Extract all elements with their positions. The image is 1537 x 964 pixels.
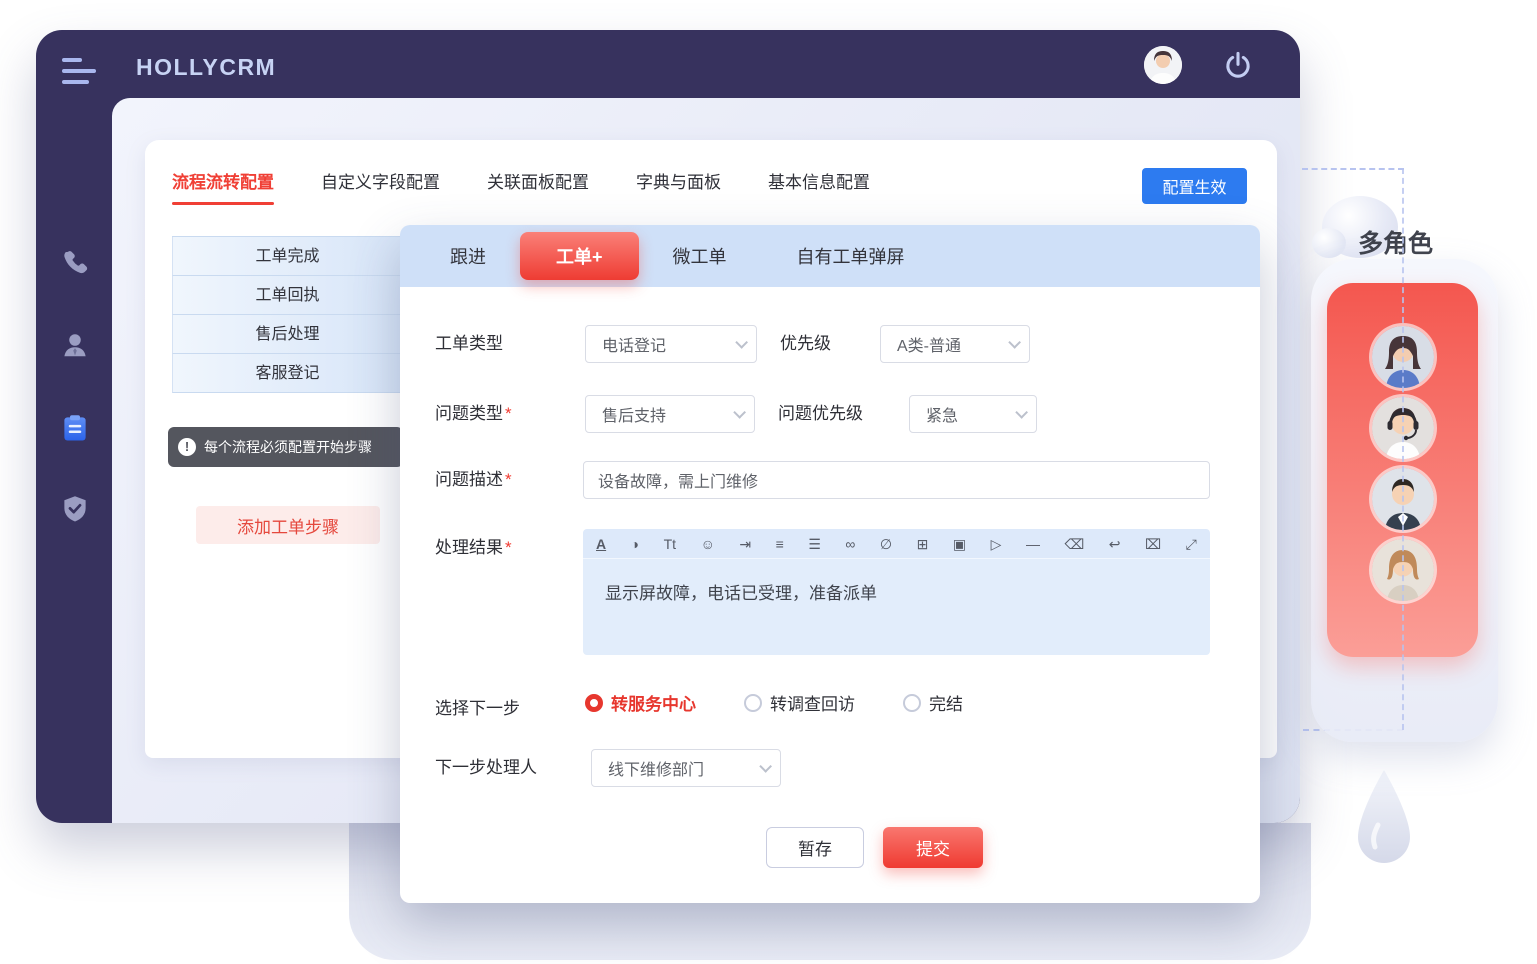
image-icon[interactable]: ▣: [953, 537, 966, 551]
issue-desc-label: 问题描述*: [435, 461, 512, 499]
modal-tabbar: 跟进 工单+ 微工单 自有工单弹屏: [400, 225, 1260, 287]
undo-icon[interactable]: ↩: [1109, 537, 1121, 551]
submit-button[interactable]: 提交: [883, 827, 983, 868]
stage: HOLLYCRM: [0, 0, 1537, 964]
priority-value: A类-普通: [897, 332, 961, 356]
multi-role-caption: 多角色: [1358, 224, 1433, 260]
workflow-step-list: 工单完成 工单回执 售后处理 客服登记: [172, 236, 402, 393]
result-label: 处理结果*: [435, 529, 512, 567]
list-item-aftersales[interactable]: 售后处理: [172, 315, 402, 354]
multi-role-decoration: 多角色: [1300, 90, 1537, 964]
radio-icon: [903, 694, 921, 712]
tab-dictionary-panel[interactable]: 字典与面板: [636, 168, 721, 205]
priority-select[interactable]: A类-普通: [880, 325, 1030, 363]
issue-priority-value: 紧急: [926, 402, 958, 426]
next-handler-label: 下一步处理人: [435, 749, 537, 787]
font-size-icon[interactable]: Tt: [664, 537, 676, 551]
exclamation-circle-icon: !: [178, 438, 196, 456]
horizontal-rule-icon[interactable]: —: [1026, 537, 1040, 551]
droplet-shape: [1356, 770, 1412, 866]
list-item-service-register[interactable]: 客服登记: [172, 354, 402, 393]
add-step-button[interactable]: 添加工单步骤: [196, 506, 380, 544]
issue-desc-input[interactable]: [583, 461, 1210, 499]
dashed-line-top: [1302, 168, 1404, 170]
indent-icon[interactable]: ⇥: [739, 537, 751, 551]
cloud-shape-small: [1312, 228, 1346, 258]
emoji-icon[interactable]: ☺: [701, 537, 715, 551]
rich-text-editor: A ◑ Tt ☺ ⇥ ≡ ☰ ∞ ∅ ⊞ ▣ ▷ — ⌫ ↩ ⌧ ⤢ 显示屏故障，电话已受理，准备派单: [583, 529, 1210, 655]
ticket-type-select[interactable]: 电话登记: [585, 325, 757, 363]
editor-toolbar: A ◑ Tt ☺ ⇥ ≡ ☰ ∞ ∅ ⊞ ▣ ▷ — ⌫ ↩ ⌧ ⤢: [583, 529, 1210, 559]
table-icon[interactable]: ⊞: [917, 537, 929, 551]
radio-icon: [744, 694, 762, 712]
editor-content[interactable]: 显示屏故障，电话已受理，准备派单: [583, 559, 1210, 655]
workflow-hint-tooltip: ! 每个流程必须配置开始步骤: [168, 427, 403, 467]
issue-type-value: 售后支持: [602, 402, 666, 426]
apply-config-button[interactable]: 配置生效: [1142, 168, 1247, 204]
tab-custom-fields[interactable]: 自定义字段配置: [321, 168, 440, 205]
brand-logo: HOLLYCRM: [136, 54, 276, 81]
chevron-down-icon: [1008, 336, 1021, 349]
save-draft-button[interactable]: 暂存: [766, 827, 864, 868]
config-tabs: 流程流转配置 自定义字段配置 关联面板配置 字典与面板 基本信息配置: [172, 168, 870, 205]
remove-link-icon[interactable]: ∅: [880, 537, 892, 551]
tooltip-text: 每个流程必须配置开始步骤: [204, 437, 372, 457]
chevron-down-icon: [1015, 406, 1028, 419]
tab-follow-up[interactable]: 跟进: [450, 243, 486, 269]
user-avatar[interactable]: [1144, 46, 1182, 84]
next-handler-select[interactable]: 线下维修部门: [591, 749, 781, 787]
tab-basic-info[interactable]: 基本信息配置: [768, 168, 870, 205]
next-step-radios: 转服务中心 转调查回访 完结: [585, 690, 963, 715]
list-item-ticket-receipt[interactable]: 工单回执: [172, 276, 402, 315]
user-avatar-image: [1144, 46, 1182, 84]
issue-type-label: 问题类型*: [435, 395, 512, 433]
chevron-down-icon: [735, 336, 748, 349]
radio-selected-icon: [585, 694, 603, 712]
sidebar-security-icon[interactable]: [60, 494, 90, 524]
sidebar-phone-icon[interactable]: [60, 248, 90, 278]
align-left-icon[interactable]: ≡: [776, 537, 784, 551]
video-icon[interactable]: ▷: [991, 537, 1002, 551]
power-icon[interactable]: [1222, 50, 1254, 82]
radio-finish[interactable]: 完结: [903, 690, 963, 715]
radio-to-service-center[interactable]: 转服务中心: [585, 690, 696, 715]
radio-to-survey-callback[interactable]: 转调查回访: [744, 690, 855, 715]
sidebar-contacts-icon[interactable]: [60, 330, 90, 360]
tab-own-ticket-popup[interactable]: 自有工单弹屏: [797, 243, 905, 269]
bullet-list-icon[interactable]: ☰: [808, 537, 821, 551]
ticket-type-value: 电话登记: [602, 332, 666, 356]
list-item-ticket-complete[interactable]: 工单完成: [172, 237, 402, 276]
menu-icon[interactable]: [62, 58, 98, 86]
font-style-icon[interactable]: A: [596, 537, 606, 551]
color-palette-icon[interactable]: ◑: [631, 537, 639, 551]
insert-link-icon[interactable]: ∞: [845, 537, 855, 551]
priority-label: 优先级: [780, 325, 831, 363]
next-handler-value: 线下维修部门: [608, 756, 704, 780]
tab-micro-ticket[interactable]: 微工单: [673, 243, 727, 269]
ticket-type-label: 工单类型: [435, 325, 503, 363]
tab-flow-config[interactable]: 流程流转配置: [172, 168, 274, 205]
chevron-down-icon: [733, 406, 746, 419]
issue-priority-select[interactable]: 紧急: [909, 395, 1037, 433]
issue-type-select[interactable]: 售后支持: [585, 395, 755, 433]
tab-ticket-plus[interactable]: 工单+: [520, 232, 639, 280]
issue-priority-label: 问题优先级: [778, 395, 863, 433]
dashed-line-vertical: [1402, 168, 1404, 730]
ticket-modal: 跟进 工单+ 微工单 自有工单弹屏 工单类型 电话登记 优先级 A类-普通 问题…: [400, 225, 1260, 903]
eraser-icon[interactable]: ⌫: [1064, 537, 1084, 551]
sidebar-workorder-icon[interactable]: [60, 413, 90, 443]
delete-icon[interactable]: ⌧: [1145, 537, 1161, 551]
tab-linked-panel[interactable]: 关联面板配置: [487, 168, 589, 205]
fullscreen-icon[interactable]: ⤢: [1186, 537, 1197, 551]
chevron-down-icon: [759, 760, 772, 773]
next-step-label: 选择下一步: [435, 690, 520, 728]
